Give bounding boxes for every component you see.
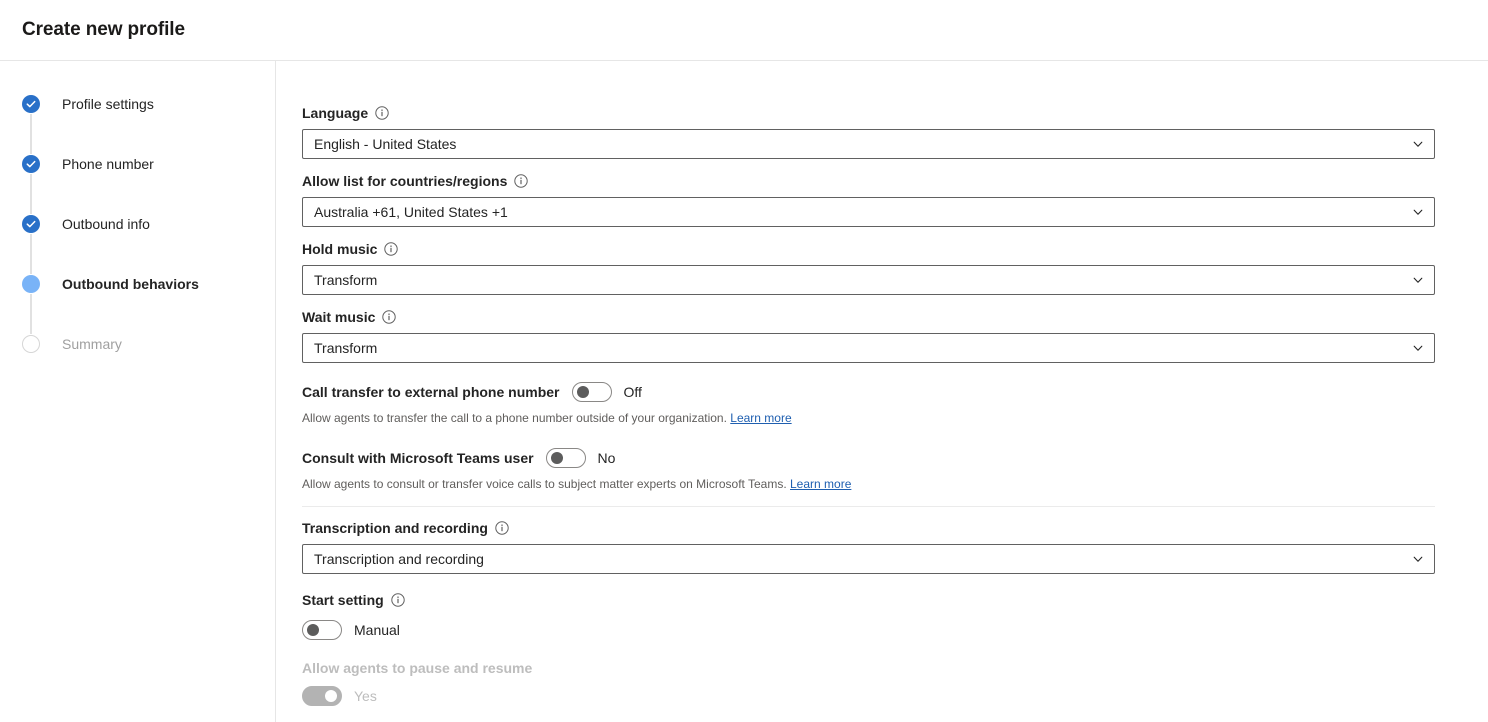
hold-music-label-row: Hold music — [302, 241, 1488, 257]
hold-music-label: Hold music — [302, 241, 377, 257]
section-divider — [302, 506, 1435, 507]
wait-music-field: Wait music Transform — [302, 309, 1488, 363]
step-complete-icon — [22, 155, 40, 173]
start-setting-label-row: Start setting — [302, 592, 1488, 608]
page-body: Profile settings Phone number Outbound i… — [0, 61, 1488, 722]
start-setting-label: Start setting — [302, 592, 384, 608]
wizard-sidebar: Profile settings Phone number Outbound i… — [0, 61, 276, 722]
consult-teams-description-text: Allow agents to consult or transfer voic… — [302, 477, 787, 491]
wait-music-value: Transform — [314, 340, 377, 356]
allow-list-value: Australia +61, United States +1 — [314, 204, 508, 220]
sidebar-item-outbound-info[interactable]: Outbound info — [22, 214, 275, 234]
allow-list-label-row: Allow list for countries/regions — [302, 173, 1488, 189]
chevron-down-icon — [1412, 206, 1424, 218]
consult-teams-row: Consult with Microsoft Teams user No — [302, 445, 1488, 471]
pause-resume-block: Allow agents to pause and resume Yes — [302, 660, 1488, 706]
step-complete-icon — [22, 95, 40, 113]
info-icon[interactable] — [391, 593, 405, 607]
call-transfer-row: Call transfer to external phone number O… — [302, 379, 1488, 405]
info-icon[interactable] — [514, 174, 528, 188]
language-value: English - United States — [314, 136, 456, 152]
sidebar-item-label: Outbound behaviors — [62, 276, 199, 292]
chevron-down-icon — [1412, 342, 1424, 354]
consult-teams-state: No — [598, 450, 616, 466]
language-dropdown[interactable]: English - United States — [302, 129, 1435, 159]
wait-music-dropdown[interactable]: Transform — [302, 333, 1435, 363]
info-icon[interactable] — [384, 242, 398, 256]
consult-teams-learn-more-link[interactable]: Learn more — [790, 477, 851, 491]
consult-teams-block: Consult with Microsoft Teams user No All… — [302, 445, 1488, 492]
info-icon[interactable] — [382, 310, 396, 324]
wait-music-label-row: Wait music — [302, 309, 1488, 325]
sidebar-item-phone-number[interactable]: Phone number — [22, 154, 275, 174]
consult-teams-description: Allow agents to consult or transfer voic… — [302, 476, 1488, 492]
sidebar-item-label: Profile settings — [62, 96, 154, 112]
step-complete-icon — [22, 215, 40, 233]
call-transfer-learn-more-link[interactable]: Learn more — [730, 411, 791, 425]
call-transfer-state: Off — [624, 384, 642, 400]
transcription-label: Transcription and recording — [302, 520, 488, 536]
hold-music-value: Transform — [314, 272, 377, 288]
pause-resume-toggle — [302, 686, 342, 706]
pause-resume-state: Yes — [354, 688, 377, 704]
start-setting-row: Manual — [302, 619, 1488, 641]
call-transfer-description-text: Allow agents to transfer the call to a p… — [302, 411, 727, 425]
wait-music-label: Wait music — [302, 309, 375, 325]
allow-list-label: Allow list for countries/regions — [302, 173, 507, 189]
consult-teams-label: Consult with Microsoft Teams user — [302, 450, 534, 466]
info-icon[interactable] — [375, 106, 389, 120]
sidebar-item-profile-settings[interactable]: Profile settings — [22, 94, 275, 114]
sidebar-item-label: Outbound info — [62, 216, 150, 232]
consult-teams-toggle[interactable] — [546, 448, 586, 468]
language-label-row: Language — [302, 105, 1488, 121]
chevron-down-icon — [1412, 553, 1424, 565]
call-transfer-toggle[interactable] — [572, 382, 612, 402]
hold-music-field: Hold music Transform — [302, 241, 1488, 295]
step-pending-icon — [22, 335, 40, 353]
call-transfer-label: Call transfer to external phone number — [302, 384, 560, 400]
sidebar-item-label: Phone number — [62, 156, 154, 172]
sidebar-item-outbound-behaviors[interactable]: Outbound behaviors — [22, 274, 275, 294]
outbound-behaviors-form: Language English - United States Allow l… — [276, 61, 1488, 722]
page-header: Create new profile — [0, 0, 1488, 61]
start-setting-toggle[interactable] — [302, 620, 342, 640]
info-icon[interactable] — [495, 521, 509, 535]
wizard-steps: Profile settings Phone number Outbound i… — [0, 94, 275, 354]
sidebar-item-label: Summary — [62, 336, 122, 352]
transcription-dropdown[interactable]: Transcription and recording — [302, 544, 1435, 574]
chevron-down-icon — [1412, 274, 1424, 286]
transcription-label-row: Transcription and recording — [302, 520, 1488, 536]
allow-list-field: Allow list for countries/regions Austral… — [302, 173, 1488, 227]
start-setting-state: Manual — [354, 622, 400, 638]
chevron-down-icon — [1412, 138, 1424, 150]
transcription-field: Transcription and recording Transcriptio… — [302, 520, 1488, 574]
pause-resume-label: Allow agents to pause and resume — [302, 660, 1488, 676]
hold-music-dropdown[interactable]: Transform — [302, 265, 1435, 295]
page-title: Create new profile — [22, 19, 185, 41]
step-current-icon — [22, 275, 40, 293]
language-field: Language English - United States — [302, 105, 1488, 159]
allow-list-dropdown[interactable]: Australia +61, United States +1 — [302, 197, 1435, 227]
transcription-value: Transcription and recording — [314, 551, 484, 567]
language-label: Language — [302, 105, 368, 121]
call-transfer-block: Call transfer to external phone number O… — [302, 379, 1488, 426]
start-setting-block: Start setting Manual — [302, 592, 1488, 641]
sidebar-item-summary[interactable]: Summary — [22, 334, 275, 354]
call-transfer-description: Allow agents to transfer the call to a p… — [302, 410, 1488, 426]
pause-resume-row: Yes — [302, 686, 1488, 706]
